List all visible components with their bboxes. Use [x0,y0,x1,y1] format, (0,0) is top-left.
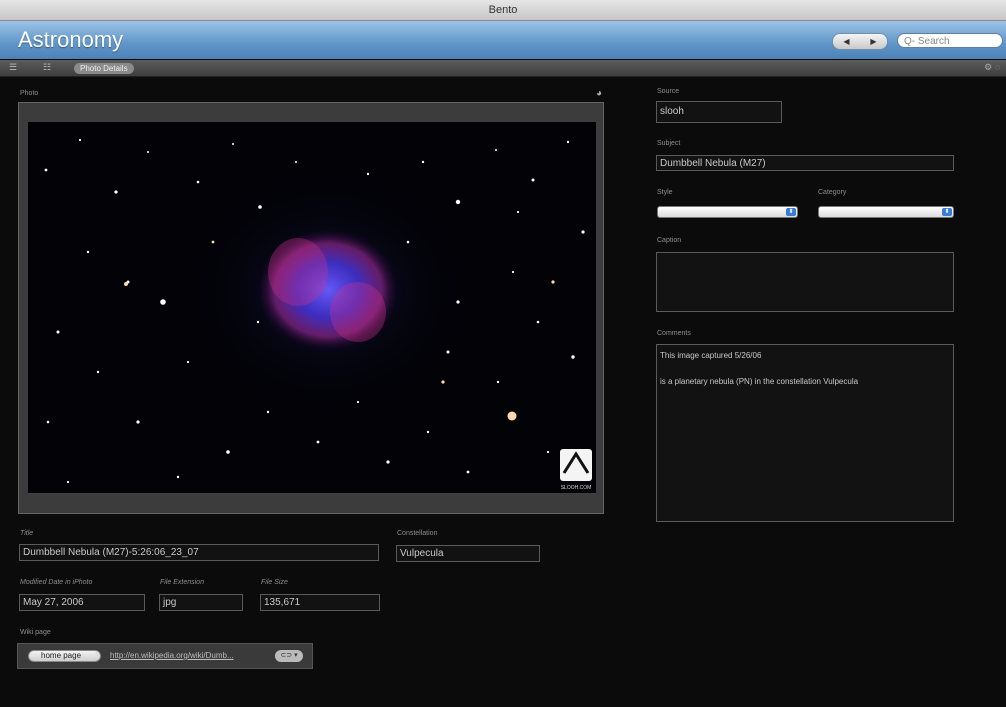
window-title: Bento [0,0,1006,21]
toolbar: ☰ ☷ Photo Details ⚙ ◌ [0,60,1006,77]
modified-date-label: Modified Date in iPhoto [20,579,93,586]
file-extension-field[interactable]: jpg [159,594,243,611]
caption-label: Caption [657,237,682,244]
constellation-label: Constellation [397,530,438,537]
app-title: Astronomy [18,27,124,52]
chevron-updown-icon: ⬍ [786,208,796,216]
source-field[interactable]: slooh [656,101,782,123]
search-input[interactable]: Q- Search [897,33,1003,48]
wiki-page-field: home page ⬍ http://en.wikipedia.org/wiki… [17,643,313,669]
layout-settings-icon[interactable]: ⚙ ◌ [984,62,1000,73]
grid-icon[interactable]: ☷ [43,63,53,72]
comments-line-2: is a planetary nebula (PN) in the conste… [660,377,859,386]
url-type-popup[interactable]: home page [28,650,101,662]
source-label: Source [657,88,680,95]
modified-date-field[interactable]: May 27, 2006 [19,594,145,611]
chevron-updown-icon: ⬍ [94,651,100,658]
caption-field[interactable] [656,252,954,312]
title-label: Title [20,530,34,537]
photo-frame[interactable]: SLOOH.COM [18,102,604,514]
category-popup[interactable]: ⬍ [818,206,954,218]
open-url-button[interactable]: ⊂⊃ ▾ [275,650,303,662]
file-size-label: File Size [261,579,288,586]
style-popup[interactable]: ⬍ [657,206,798,218]
comments-line-1: This image captured 5/26/06 [660,351,762,360]
category-label: Category [818,189,847,196]
photo-label: Photo [20,90,39,97]
comments-label: Comments [657,330,691,337]
record-nav-control: ◀ ▶ [832,33,888,50]
wiki-page-label: Wiki page [20,629,51,636]
wiki-url-link[interactable]: http://en.wikipedia.org/wiki/Dumb... [110,651,234,660]
style-label: Style [657,189,673,196]
photo-settings-icon[interactable]: ◕ [596,88,602,99]
nebula-image: SLOOH.COM [44,138,592,491]
title-field[interactable]: Dumbbell Nebula (M27)-5:26:06_23_07 [19,544,379,561]
chevron-updown-icon: ⬍ [942,208,952,216]
subject-label: Subject [657,140,681,147]
forward-button[interactable]: ▶ [860,34,887,49]
list-icon[interactable]: ☰ [9,63,19,72]
slooh-watermark: SLOOH.COM [561,485,592,491]
file-size-field[interactable]: 135,671 [260,594,380,611]
tab-photo-details[interactable]: Photo Details [74,63,134,74]
file-extension-label: File Extension [160,579,204,586]
back-button[interactable]: ◀ [833,34,860,49]
nebula-photo: SLOOH.COM [28,122,596,493]
comments-field[interactable]: This image captured 5/26/06 is a planeta… [656,344,954,522]
subject-field[interactable]: Dumbbell Nebula (M27) [656,155,954,171]
constellation-field[interactable]: Vulpecula [396,545,540,562]
